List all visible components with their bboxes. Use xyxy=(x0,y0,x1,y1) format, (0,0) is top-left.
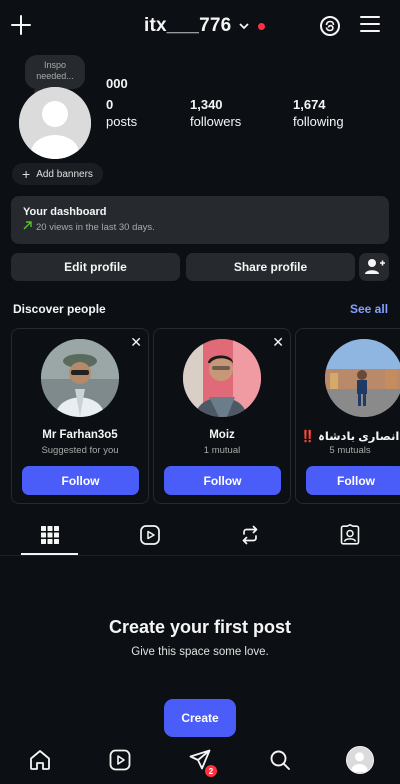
suggestion-avatar[interactable] xyxy=(41,339,119,417)
close-icon[interactable]: ✕ xyxy=(272,334,284,351)
stat-label: posts xyxy=(106,114,138,129)
edit-profile-button[interactable]: Edit profile xyxy=(11,253,180,281)
nav-reels[interactable] xyxy=(108,748,132,772)
grid-icon xyxy=(41,526,59,544)
bottom-nav: 2 xyxy=(0,740,400,784)
add-person-button[interactable] xyxy=(359,253,389,281)
top-bar: itx___776 xyxy=(0,0,400,52)
suggestion-card[interactable]: ✕ Mr Farhan3o5 Suggested for you Follow xyxy=(11,328,149,504)
see-all-link[interactable]: See all xyxy=(350,302,388,316)
share-profile-button[interactable]: Share profile xyxy=(186,253,355,281)
chevron-down-icon xyxy=(239,19,250,33)
trend-up-icon xyxy=(23,221,32,233)
add-banners-button[interactable]: + Add banners xyxy=(12,163,103,185)
notification-dot xyxy=(258,22,266,30)
stat-followers[interactable]: 1,340 followers xyxy=(190,97,241,129)
reels-icon xyxy=(109,749,131,771)
suggestion-name-text: انصاری بادشاہ xyxy=(318,431,400,443)
tab-reels[interactable] xyxy=(139,524,161,546)
tab-grid[interactable] xyxy=(39,524,61,546)
reels-icon xyxy=(140,525,160,545)
suggestion-avatar[interactable] xyxy=(325,339,400,417)
stat-label: following xyxy=(293,114,344,129)
tagged-icon xyxy=(340,523,360,545)
home-icon xyxy=(30,750,50,770)
nav-search[interactable] xyxy=(268,748,292,772)
add-person-icon xyxy=(365,259,385,274)
hamburger-menu-icon[interactable] xyxy=(360,16,382,34)
username: itx___776 xyxy=(144,15,232,36)
search-icon xyxy=(270,750,290,770)
suggestion-name: ‼️ انصاری بادشاہ xyxy=(296,429,400,443)
suggestion-card[interactable]: ‼️ انصاری بادشاہ 5 mutuals Follow xyxy=(295,328,400,504)
profile-tabs xyxy=(0,516,400,556)
dashboard-subtitle-row: 20 views in the last 30 days. xyxy=(23,221,377,233)
plus-icon: + xyxy=(22,166,31,182)
stat-value: 1,674 xyxy=(293,97,326,112)
display-name: 000 xyxy=(106,76,128,91)
tab-reposts[interactable] xyxy=(239,524,261,546)
stat-value: 0 xyxy=(106,97,114,112)
profile-avatar[interactable] xyxy=(19,87,91,159)
stat-value: 1,340 xyxy=(190,97,223,112)
empty-state-title: Create your first post xyxy=(108,617,292,637)
discover-people-title: Discover people xyxy=(13,302,106,316)
dashboard-subtitle: 20 views in the last 30 days. xyxy=(36,221,155,233)
account-switcher[interactable]: itx___776 xyxy=(144,15,266,37)
empty-state-subtitle: Give this space some love. xyxy=(131,646,269,658)
warning-emoji: ‼️ xyxy=(300,431,315,443)
create-button[interactable]: Create xyxy=(164,699,236,737)
stat-following[interactable]: 1,674 following xyxy=(293,97,344,129)
tab-tagged[interactable] xyxy=(339,523,361,546)
suggestion-subtitle: 1 mutual xyxy=(203,445,241,456)
suggestion-subtitle: Suggested for you xyxy=(41,445,119,456)
suggestion-card[interactable]: ✕ Moiz 1 mutual Follow xyxy=(153,328,291,504)
follow-button[interactable]: Follow xyxy=(22,466,139,495)
active-tab-indicator xyxy=(21,553,78,555)
close-icon[interactable]: ✕ xyxy=(130,334,142,351)
note-bubble[interactable]: Inspo needed... xyxy=(25,55,85,89)
suggestion-name: Moiz xyxy=(209,429,235,441)
follow-button[interactable]: Follow xyxy=(306,466,400,495)
note-text: Inspo needed... xyxy=(36,60,74,81)
add-banners-label: Add banners xyxy=(36,168,93,180)
dashboard-card[interactable]: Your dashboard 20 views in the last 30 d… xyxy=(11,196,389,244)
dashboard-title: Your dashboard xyxy=(23,206,107,218)
repost-icon xyxy=(242,525,258,545)
stat-posts[interactable]: 0 posts xyxy=(106,97,137,129)
nav-profile-avatar[interactable] xyxy=(346,746,374,774)
threads-icon[interactable] xyxy=(318,14,342,38)
suggestion-subtitle: 5 mutuals xyxy=(329,445,371,456)
create-plus-icon[interactable] xyxy=(10,14,32,36)
follow-button[interactable]: Follow xyxy=(164,466,281,495)
nav-home[interactable] xyxy=(28,748,52,772)
suggestion-name: Mr Farhan3o5 xyxy=(42,429,118,441)
stat-label: followers xyxy=(190,114,242,129)
suggestion-avatar[interactable] xyxy=(183,339,261,417)
message-badge: 2 xyxy=(204,764,218,778)
